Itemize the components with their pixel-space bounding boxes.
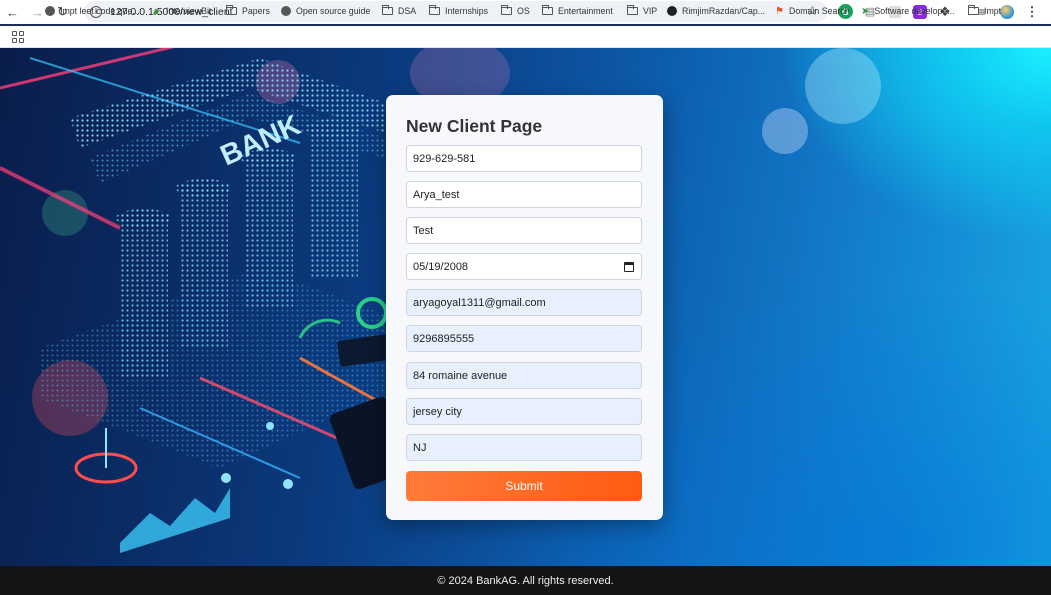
folder-icon xyxy=(428,5,440,15)
first-name-input[interactable]: Arya_test xyxy=(406,181,642,208)
back-arrow-icon[interactable]: ← xyxy=(0,0,25,24)
github-icon xyxy=(667,6,677,16)
calendar-icon[interactable] xyxy=(624,262,634,272)
address-input[interactable]: 84 romaine avenue xyxy=(406,362,642,389)
bookmark-label: Impt leet code que... xyxy=(60,6,140,16)
footer-copyright: © 2024 BankAG. All rights reserved. xyxy=(437,574,614,587)
bookmark-item[interactable]: RimjimRazdan/Cap... xyxy=(667,4,765,18)
bookmark-item[interactable]: Impt leet code que... xyxy=(45,4,140,18)
bookmark-item[interactable]: Impt xyxy=(967,4,1002,18)
bokeh-light xyxy=(762,108,808,154)
bookmarks-bar xyxy=(0,26,1051,48)
folder-icon xyxy=(967,5,979,15)
bookmark-item[interactable]: Open source guide xyxy=(281,4,370,18)
bookmark-item[interactable]: Papers xyxy=(225,4,270,18)
bookmark-label: Domain Search xyxy=(788,6,850,16)
footer: © 2024 BankAG. All rights reserved. xyxy=(0,566,1051,595)
bookmark-label: Internships xyxy=(445,6,489,16)
bank-illustration: BANK xyxy=(0,48,420,553)
email-input[interactable]: aryagoyal1311@gmail.com xyxy=(406,289,642,316)
bookmark-label: VIP xyxy=(643,6,658,16)
bookmark-item[interactable]: Internships xyxy=(428,4,489,18)
bookmark-label: RimjimRazdan/Cap... xyxy=(682,6,766,16)
browser-menu-icon[interactable]: ⋮ xyxy=(1026,3,1039,20)
bookmark-item[interactable]: ➤ Software develope... xyxy=(861,4,955,18)
folder-icon xyxy=(225,5,237,15)
date-of-birth-input[interactable]: 05/19/2008 xyxy=(406,253,642,280)
bookmark-item[interactable]: DSA xyxy=(381,4,417,18)
new-client-form: New Client Page 929-629-581 Arya_test Te… xyxy=(386,95,663,520)
globe-icon xyxy=(281,6,291,16)
bookmark-label: DSA xyxy=(398,6,417,16)
interviewbit-icon: ▲ xyxy=(151,5,161,17)
bookmark-label: Impt xyxy=(984,6,1002,16)
folder-icon xyxy=(500,5,512,15)
last-name-input[interactable]: Test xyxy=(406,217,642,244)
form-title: New Client Page xyxy=(406,116,543,136)
bookmark-item[interactable]: ⚑ Domain Search xyxy=(775,4,850,18)
phone-input[interactable]: 9296895555 xyxy=(406,325,642,352)
bookmark-label: Software develope... xyxy=(874,6,955,16)
page-background: BANK New Client Page 929-629-581 Arya_te… xyxy=(0,48,1051,566)
folder-icon xyxy=(626,5,638,15)
bookmark-item[interactable]: Entertainment xyxy=(541,4,613,18)
bookmark-label: InterviewBit xyxy=(165,6,212,16)
bookmark-label: Open source guide xyxy=(296,6,371,16)
folder-icon xyxy=(541,5,553,15)
bookmark-label: Papers xyxy=(242,6,270,16)
bookmark-item[interactable]: VIP xyxy=(626,4,658,18)
software-icon: ➤ xyxy=(861,5,870,17)
bookmark-item[interactable]: OS xyxy=(500,4,530,18)
city-input[interactable]: jersey city xyxy=(406,398,642,425)
bookmark-label: Entertainment xyxy=(558,6,613,16)
submit-button[interactable]: Submit xyxy=(406,471,642,501)
bookmark-label: OS xyxy=(517,6,530,16)
folder-icon xyxy=(381,5,393,15)
state-input[interactable]: NJ xyxy=(406,434,642,461)
profile-avatar[interactable] xyxy=(1000,5,1014,19)
date-of-birth-value: 05/19/2008 xyxy=(413,260,469,273)
apps-grid-icon[interactable] xyxy=(12,31,24,43)
bokeh-light xyxy=(805,48,881,124)
globe-icon xyxy=(45,6,55,16)
client-id-input[interactable]: 929-629-581 xyxy=(406,145,642,172)
bookmark-item[interactable]: ▲ InterviewBit xyxy=(151,4,211,18)
domain-search-icon: ⚑ xyxy=(775,5,784,17)
